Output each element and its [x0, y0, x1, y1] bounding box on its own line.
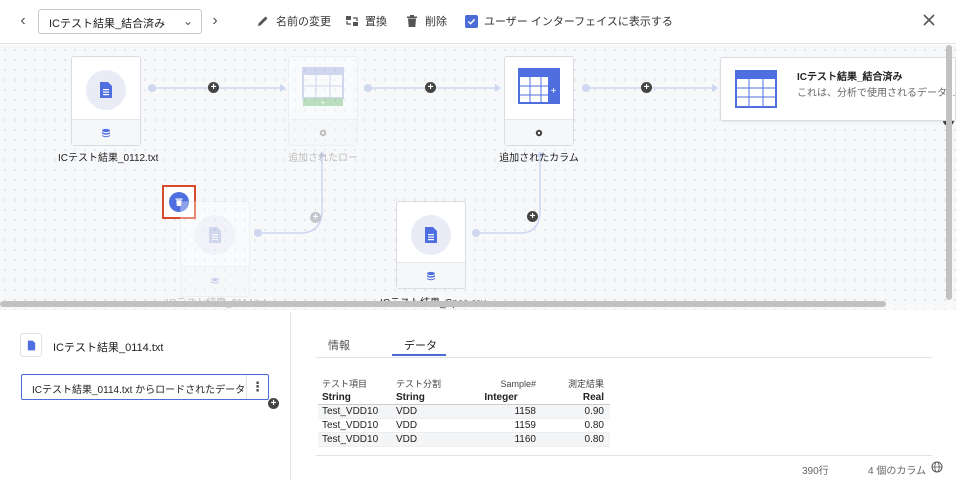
replace-button[interactable]: 置換 — [345, 12, 387, 30]
table-add-columns-icon: + — [518, 67, 560, 107]
table-cell: Test_VDD10 — [318, 418, 392, 433]
svg-text:+: + — [321, 98, 326, 107]
toolbar: ‹ ICテスト結果_結合済み ⌄ › 名前の変更 置換 削除 ユーザー インター… — [0, 0, 956, 44]
node-added-rows[interactable]: + — [288, 56, 358, 146]
table-cell: 0.90 — [542, 404, 610, 419]
pencil-icon — [258, 16, 268, 26]
column-name: Sample# — [500, 378, 536, 389]
prev-arrow-icon[interactable]: ‹ — [14, 12, 32, 30]
data-preview-panel: 情報 データ テスト項目 テスト分割 Sample# 測定結果 String S… — [292, 312, 956, 480]
gear-icon — [319, 129, 327, 136]
tab-data[interactable]: データ — [404, 337, 437, 353]
vertical-scrollbar[interactable] — [946, 45, 952, 300]
table-cell: Test_VDD10 — [318, 404, 392, 419]
table-cell: VDD — [392, 418, 462, 433]
dataset-select[interactable]: ICテスト結果_結合済み ⌄ — [38, 9, 202, 34]
gear-icon — [535, 129, 543, 136]
tab-info[interactable]: 情報 — [328, 337, 350, 353]
port-dot[interactable] — [364, 84, 372, 92]
step-label: ICテスト結果_0114.txt からロードされたデータ — [32, 385, 246, 396]
table-cell: Test_VDD10 — [318, 432, 392, 447]
flow-canvas[interactable]: + + + + + + ICテスト結果_0112.txt + 追加されたロー +… — [0, 45, 956, 310]
table-row: Test_VDD10 VDD 1158 0.90 — [318, 404, 610, 419]
rename-button[interactable]: 名前の変更 — [256, 12, 331, 30]
table-cell: 0.80 — [542, 418, 610, 433]
panel-title: ICテスト結果_0114.txt — [53, 342, 164, 354]
add-step-icon[interactable]: + — [425, 82, 436, 93]
column-count: 4 個のカラム — [868, 466, 927, 477]
node-label: 追加されたロー — [288, 153, 358, 164]
table-cell: 0.80 — [542, 432, 610, 447]
trash-icon — [407, 15, 417, 27]
file-icon — [86, 70, 126, 110]
globe-icon[interactable] — [931, 461, 943, 473]
more-options-icon[interactable]: ⋮ — [246, 375, 268, 399]
database-icon — [427, 271, 435, 280]
table-row: Test_VDD10 VDD 1159 0.80 — [318, 418, 610, 433]
active-tab-indicator — [392, 354, 446, 356]
file-icon — [195, 215, 235, 255]
database-icon — [102, 128, 110, 137]
node-source-0112[interactable] — [71, 56, 141, 146]
add-step-icon[interactable]: + — [310, 212, 321, 223]
divider — [316, 455, 932, 456]
checkbox-checked-icon[interactable] — [465, 14, 478, 28]
column-name: テスト項目 — [322, 379, 368, 389]
next-arrow-icon[interactable]: › — [206, 12, 224, 30]
file-icon — [411, 215, 451, 255]
column-type: Real — [542, 391, 610, 405]
data-preview-table: テスト項目 テスト分割 Sample# 測定結果 String String I… — [318, 376, 610, 447]
column-name: テスト分割 — [396, 379, 442, 389]
add-step-icon[interactable]: + — [208, 82, 219, 93]
column-type: String — [392, 391, 462, 405]
port-dot[interactable] — [472, 229, 480, 237]
close-icon[interactable] — [920, 11, 938, 29]
file-icon — [20, 333, 42, 357]
svg-text:+: + — [551, 86, 557, 97]
step-item[interactable]: ICテスト結果_0114.txt からロードされたデータ ⋮ — [21, 374, 269, 400]
table-add-rows-icon: + — [302, 67, 344, 107]
table-icon — [735, 70, 777, 113]
replace-label: 置換 — [365, 16, 387, 28]
column-type: String — [318, 391, 392, 405]
node-label: 追加されたカラム — [499, 153, 579, 164]
delete-button[interactable]: 削除 — [405, 12, 447, 30]
port-dot[interactable] — [254, 229, 262, 237]
show-in-ui-toggle[interactable]: ユーザー インターフェイスに表示する — [465, 12, 673, 30]
table-cell: VDD — [392, 404, 462, 419]
output-description: これは、分析で使用されるデータ... — [797, 88, 956, 99]
divider — [316, 357, 932, 358]
delete-label: 削除 — [425, 16, 447, 28]
table-cell: 1160 — [462, 432, 542, 447]
port-dot[interactable] — [582, 84, 590, 92]
column-type: Integer — [462, 391, 542, 405]
replace-icon — [346, 16, 358, 26]
database-icon — [211, 277, 219, 284]
table-row: Test_VDD10 VDD 1160 0.80 — [318, 432, 610, 447]
dataset-select-value: ICテスト結果_結合済み — [49, 18, 166, 30]
table-cell: 1158 — [462, 404, 542, 419]
node-source-spec[interactable] — [396, 201, 466, 289]
add-step-icon[interactable]: + — [527, 211, 538, 222]
row-count: 390行 — [802, 466, 829, 477]
table-cell: 1159 — [462, 418, 542, 433]
table-cell: VDD — [392, 432, 462, 447]
horizontal-scrollbar[interactable] — [0, 301, 886, 307]
rename-label: 名前の変更 — [276, 16, 331, 28]
column-name: 測定結果 — [567, 379, 604, 389]
show-in-ui-label: ユーザー インターフェイスに表示する — [484, 16, 673, 28]
output-dataset-card[interactable]: ICテスト結果_結合済み これは、分析で使用されるデータ... — [720, 57, 956, 121]
output-title: ICテスト結果_結合済み — [797, 72, 903, 83]
add-step-icon[interactable]: + — [268, 398, 279, 409]
table-header-names: テスト項目 テスト分割 Sample# 測定結果 — [318, 376, 610, 391]
step-panel: ICテスト結果_0114.txt ICテスト結果_0114.txt からロードさ… — [0, 312, 291, 480]
chevron-down-icon: ⌄ — [182, 14, 193, 28]
node-label: ICテスト結果_0112.txt — [58, 153, 159, 164]
node-added-columns[interactable]: + — [504, 56, 574, 146]
add-step-icon[interactable]: + — [641, 82, 652, 93]
port-dot[interactable] — [148, 84, 156, 92]
node-source-0114[interactable] — [180, 201, 250, 297]
table-header-types: String String Integer Real — [318, 391, 610, 405]
